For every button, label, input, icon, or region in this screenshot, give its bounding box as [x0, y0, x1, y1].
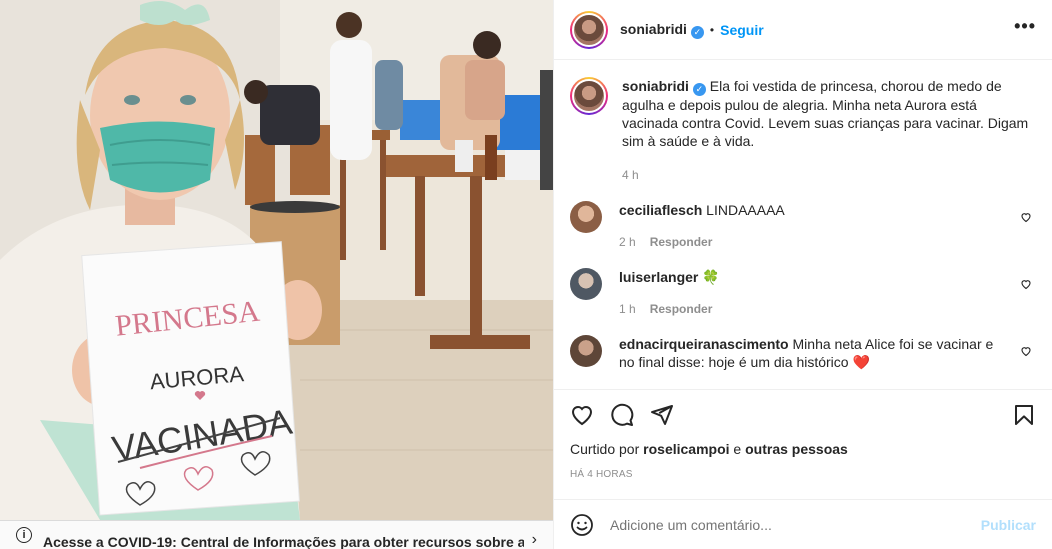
commenter-username[interactable]: ceciliaflesch [619, 202, 702, 218]
caption-username[interactable]: soniabridi [622, 78, 689, 94]
separator-dot: • [709, 22, 715, 37]
instagram-post-modal: PRINCESA AURORA VACINADA i Acesse a COVI… [0, 0, 1052, 549]
verified-badge-icon: ✓ [690, 25, 704, 39]
post-actions: Curtido por roselicampoi e outras pessoa… [554, 389, 1052, 480]
verified-badge-icon: ✓ [692, 83, 706, 96]
covid-banner-text: Acesse a COVID-19: Central de Informaçõe… [43, 534, 524, 549]
comments-list[interactable]: soniabridi ✓ Ela foi vestida de princesa,… [554, 61, 1052, 388]
like-comment-heart-icon[interactable] [1020, 211, 1032, 223]
like-heart-icon[interactable] [570, 403, 594, 427]
comment-text: 🍀 [702, 269, 720, 285]
post-timestamp[interactable]: HÁ 4 HORAS [570, 469, 1036, 480]
liked-by-others-link[interactable]: outras pessoas [745, 441, 848, 457]
chevron-right-icon: › [531, 531, 537, 548]
follow-button[interactable]: Seguir [720, 22, 764, 38]
comment-time[interactable]: 1 h [619, 302, 636, 316]
comment-bubble-icon[interactable] [610, 403, 634, 427]
commenter-avatar[interactable] [570, 268, 602, 300]
comment-text: LINDAAAAA [706, 202, 785, 218]
publish-comment-button[interactable]: Publicar [981, 517, 1036, 533]
reply-button[interactable]: Responder [650, 235, 713, 249]
commenter-username[interactable]: luiserlanger [619, 269, 698, 285]
more-options-icon[interactable]: ••• [1014, 16, 1036, 37]
commenter-username[interactable]: ednacirqueiranascimento [619, 336, 789, 352]
caption-avatar[interactable] [570, 77, 608, 115]
like-comment-heart-icon[interactable] [1020, 345, 1032, 357]
likes-prefix: Curtido por [570, 441, 640, 457]
commenter-avatar[interactable] [570, 335, 602, 367]
post-header: soniabridi ✓ • Seguir ••• [554, 0, 1052, 60]
like-comment-heart-icon[interactable] [1020, 278, 1032, 290]
caption-time[interactable]: 4 h [622, 166, 1036, 184]
liked-by-username[interactable]: roselicampoi [643, 441, 729, 457]
add-comment-bar: Publicar [554, 499, 1052, 549]
comment-item: ceciliaflesch LINDAAAAA 2 h Responder [570, 201, 1036, 251]
comment-item: ednacirqueiranascimento Minha neta Alice… [570, 335, 1036, 371]
save-bookmark-icon[interactable] [1012, 403, 1036, 427]
commenter-avatar[interactable] [570, 201, 602, 233]
author-avatar[interactable] [570, 10, 608, 49]
post-caption: soniabridi ✓ Ela foi vestida de princesa,… [570, 77, 1036, 184]
author-username-text[interactable]: soniabridi [620, 21, 687, 37]
author-username[interactable]: soniabridi ✓ [620, 21, 704, 39]
emoji-icon[interactable] [570, 513, 594, 537]
share-send-icon[interactable] [650, 403, 674, 427]
covid-info-banner[interactable]: i Acesse a COVID-19: Central de Informaç… [0, 520, 553, 549]
comment-time[interactable]: 2 h [619, 235, 636, 249]
post-side-panel: soniabridi ✓ • Seguir ••• soniabridi ✓ Ela… [553, 0, 1052, 549]
comment-input[interactable] [610, 516, 981, 533]
likes-connector: e [733, 441, 742, 457]
photo-illustration: PRINCESA AURORA VACINADA [0, 0, 553, 520]
post-photo[interactable]: PRINCESA AURORA VACINADA [0, 0, 553, 520]
comment-item: luiserlanger 🍀 1 h Responder [570, 268, 1036, 318]
likes-summary: Curtido por roselicampoi e outras pessoa… [570, 441, 1036, 457]
info-icon: i [16, 527, 32, 543]
reply-button[interactable]: Responder [650, 302, 713, 316]
